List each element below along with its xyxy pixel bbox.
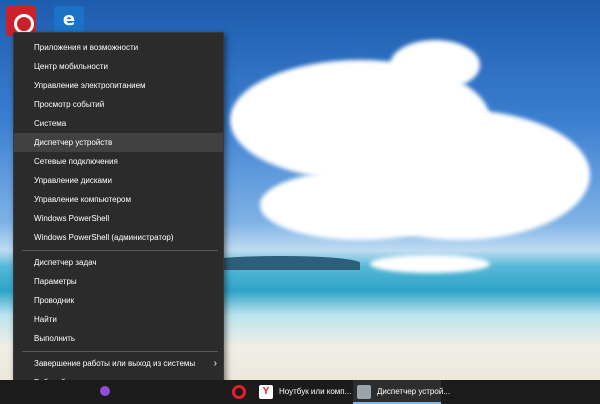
menu-item-power-options[interactable]: Управление электропитанием <box>14 76 223 95</box>
cloud-shape <box>370 255 490 273</box>
menu-separator <box>22 351 218 352</box>
menu-separator <box>22 250 218 251</box>
menu-item-disk-management[interactable]: Управление дисками <box>14 171 223 190</box>
taskbar-window-yandex[interactable]: Y Ноутбук или комп... <box>255 380 352 404</box>
menu-item-settings[interactable]: Параметры <box>14 272 223 291</box>
menu-item-network-connections[interactable]: Сетевые подключения <box>14 152 223 171</box>
taskbar-window-title: Диспетчер устрой... <box>377 387 450 396</box>
menu-item-powershell-admin[interactable]: Windows PowerShell (администратор) <box>14 228 223 247</box>
menu-item-run[interactable]: Выполнить <box>14 329 223 348</box>
menu-item-computer-management[interactable]: Управление компьютером <box>14 190 223 209</box>
menu-item-task-manager[interactable]: Диспетчер задач <box>14 253 223 272</box>
opera-browser-icon[interactable] <box>232 385 246 399</box>
cloud-shape <box>260 170 460 240</box>
taskbar-window-device-manager[interactable]: Диспетчер устрой... <box>353 380 450 404</box>
menu-item-event-viewer[interactable]: Просмотр событий <box>14 95 223 114</box>
menu-item-shutdown-signout[interactable]: Завершение работы или выход из системы › <box>14 354 223 373</box>
device-manager-icon <box>357 385 371 399</box>
menu-item-shutdown-label: Завершение работы или выход из системы <box>34 359 196 368</box>
menu-item-mobility-center[interactable]: Центр мобильности <box>14 57 223 76</box>
menu-item-apps-features[interactable]: Приложения и возможности <box>14 38 223 57</box>
taskbar-window-title: Ноутбук или комп... <box>279 387 352 396</box>
chevron-right-icon: › <box>213 358 217 369</box>
menu-item-search[interactable]: Найти <box>14 310 223 329</box>
menu-item-system[interactable]: Система <box>14 114 223 133</box>
taskbar: Y Ноутбук или комп... Диспетчер устрой..… <box>0 380 600 404</box>
app-icon[interactable] <box>100 386 110 396</box>
menu-item-file-explorer[interactable]: Проводник <box>14 291 223 310</box>
island-shape <box>200 256 360 270</box>
menu-item-device-manager[interactable]: Диспетчер устройств <box>14 133 223 152</box>
menu-item-powershell[interactable]: Windows PowerShell <box>14 209 223 228</box>
winx-context-menu: Приложения и возможности Центр мобильнос… <box>13 32 224 396</box>
cloud-shape <box>390 40 480 90</box>
yandex-browser-icon: Y <box>259 385 273 399</box>
